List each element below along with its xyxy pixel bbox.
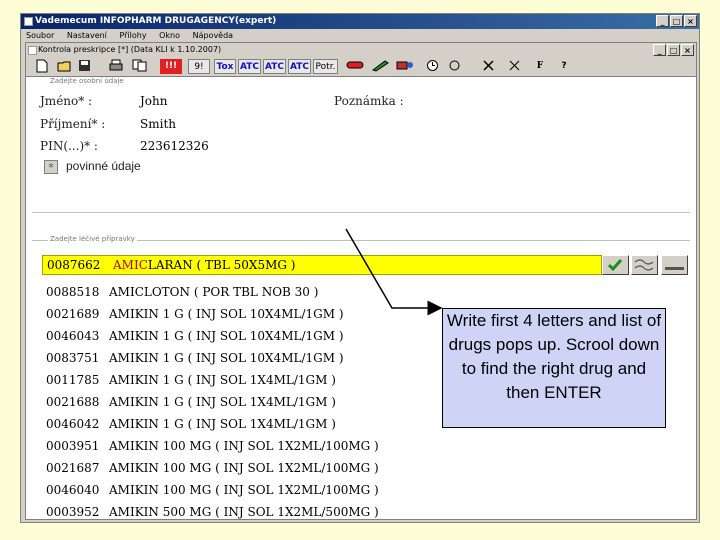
drug-code: 0003951	[46, 439, 100, 453]
drugs-legend: Zadejte léčivé přípravky	[48, 235, 137, 243]
instruction-callout: Write first 4 letters and list of drugs …	[442, 308, 666, 428]
confirm-button[interactable]	[602, 255, 629, 275]
drug-code: 0011785	[46, 373, 100, 387]
menubar: Soubor Nastavení Přílohy Okno Nápověda	[21, 29, 699, 42]
restore-button[interactable]: □	[670, 15, 683, 27]
nine-button[interactable]: 9!	[188, 59, 210, 74]
drug-name: AMIKIN 1 G ( INJ SOL 10X4ML/1GM )	[109, 351, 344, 365]
last-name-label: Příjmení* :	[40, 117, 106, 131]
child-restore-button[interactable]: □	[667, 44, 680, 56]
notes-label: Poznámka :	[334, 94, 404, 108]
drug-code: 0003952	[46, 505, 100, 519]
patient-legend: Zadejte osobní údaje	[48, 77, 126, 85]
drug-name: AMIKIN 100 MG ( INJ SOL 1X2ML/100MG )	[109, 439, 379, 453]
interaction-alert-button[interactable]: !!!	[160, 59, 182, 74]
refresh-icon[interactable]	[446, 59, 462, 74]
child-titlebar[interactable]: Kontrola preskripce [*] (Data KLI k 1.10…	[26, 43, 696, 57]
list-item[interactable]: 0021688 AMIKIN 1 G ( INJ SOL 1X4ML/1GM )	[42, 391, 482, 413]
menu-file[interactable]: Soubor	[26, 29, 54, 42]
search-name: AMICLARAN ( TBL 50X5MG )	[113, 256, 295, 274]
menu-window[interactable]: Okno	[159, 29, 180, 42]
cross-tool-icon[interactable]	[506, 59, 522, 74]
required-label: povinné údaje	[66, 159, 141, 173]
drug-name: AMICLOTON ( POR TBL NOB 30 )	[109, 285, 319, 299]
first-name-label: Jméno* :	[40, 94, 93, 108]
drug-name: AMIKIN 500 MG ( INJ SOL 1X2ML/500MG )	[109, 505, 379, 519]
app-title: Vademecum INFOPHARM DRUGAGENCY(expert)	[35, 16, 277, 26]
first-name-field[interactable]: John	[140, 94, 168, 108]
drug-name: AMIKIN 1 G ( INJ SOL 1X4ML/1GM )	[109, 417, 336, 431]
search-typed-text: AMIC	[113, 258, 148, 272]
drug-code: 0046043	[46, 329, 100, 343]
drug-code: 0021688	[46, 395, 100, 409]
atc-button-1[interactable]: ATC	[238, 59, 261, 74]
required-marker: *	[44, 160, 58, 174]
new-icon[interactable]	[34, 59, 50, 74]
drug-code: 0046042	[46, 417, 100, 431]
list-item[interactable]: 0088518 AMICLOTON ( POR TBL NOB 30 )	[42, 281, 482, 303]
list-item[interactable]: 0046043 AMIKIN 1 G ( INJ SOL 10X4ML/1GM )	[42, 325, 482, 347]
drug-code: 0083751	[46, 351, 100, 365]
pin-field[interactable]: 223612326	[140, 139, 209, 153]
toolbar: !!! 9! Tox ATC ATC ATC Potr. F ?	[26, 57, 696, 77]
list-item[interactable]: 0021689 AMIKIN 1 G ( INJ SOL 10X4ML/1GM )	[42, 303, 482, 325]
drug-name: AMIKIN 1 G ( INJ SOL 10X4ML/1GM )	[109, 307, 344, 321]
copy-icon[interactable]	[130, 59, 150, 74]
child-close-button[interactable]: ×	[681, 44, 694, 56]
dash-icon	[665, 267, 684, 270]
app-window: Vademecum INFOPHARM DRUGAGENCY(expert) _…	[20, 13, 700, 523]
list-item[interactable]: 0046042 AMIKIN 1 G ( INJ SOL 1X4ML/1GM )	[42, 413, 482, 435]
wave-icon	[634, 259, 654, 271]
atc-button-2[interactable]: ATC	[263, 59, 286, 74]
pen-icon[interactable]	[370, 59, 392, 74]
search-code: 0087662	[47, 258, 101, 272]
drug-code: 0021687	[46, 461, 100, 475]
clock-icon[interactable]	[424, 59, 440, 74]
search-autocomplete-text: LARAN ( TBL 50X5MG )	[147, 258, 296, 272]
drug-name: AMIKIN 1 G ( INJ SOL 10X4ML/1GM )	[109, 329, 344, 343]
menu-help[interactable]: Nápověda	[193, 29, 234, 42]
list-item[interactable]: 0021687 AMIKIN 100 MG ( INJ SOL 1X2ML/100…	[42, 457, 482, 479]
check-icon	[607, 259, 623, 272]
atc-button-3[interactable]: ATC	[288, 59, 311, 74]
list-item[interactable]: 0003952 AMIKIN 500 MG ( INJ SOL 1X2ML/500…	[42, 501, 482, 523]
drug-name: AMIKIN 100 MG ( INJ SOL 1X2ML/100MG )	[109, 483, 379, 497]
drug-name: AMIKIN 1 G ( INJ SOL 1X4ML/1GM )	[109, 373, 336, 387]
close-button[interactable]: ×	[684, 15, 697, 27]
minimize-button[interactable]: _	[656, 15, 669, 27]
prescription-check-window: Kontrola preskripce [*] (Data KLI k 1.10…	[25, 42, 697, 520]
drug-name: AMIKIN 100 MG ( INJ SOL 1X2ML/100MG )	[109, 461, 379, 475]
dose-button[interactable]	[631, 255, 658, 275]
drug-code: 0046040	[46, 483, 100, 497]
child-title: Kontrola preskripce [*] (Data KLI k 1.10…	[38, 45, 222, 54]
child-icon	[28, 46, 37, 55]
menu-settings[interactable]: Nastavení	[67, 29, 107, 42]
clear-button[interactable]	[661, 255, 688, 275]
help-icon[interactable]: ?	[556, 59, 572, 74]
drug-code: 0021689	[46, 307, 100, 321]
main-content: Zadejte osobní údaje Jméno* : John Pozná…	[26, 77, 696, 519]
open-icon[interactable]	[56, 59, 74, 74]
last-name-field[interactable]: Smith	[140, 117, 176, 131]
list-item[interactable]: 0046040 AMIKIN 100 MG ( INJ SOL 1X2ML/100…	[42, 479, 482, 501]
save-icon[interactable]	[76, 59, 92, 74]
list-item[interactable]: 0003951 AMIKIN 100 MG ( INJ SOL 1X2ML/100…	[42, 435, 482, 457]
format-icon[interactable]: F	[532, 59, 548, 74]
tox-button[interactable]: Tox	[214, 59, 236, 74]
pill-icon[interactable]	[344, 59, 366, 74]
star-tool-icon[interactable]	[480, 59, 496, 74]
pin-label: PIN(...)* :	[40, 139, 98, 153]
menu-attachments[interactable]: Přílohy	[119, 29, 146, 42]
app-titlebar[interactable]: Vademecum INFOPHARM DRUGAGENCY(expert) _…	[21, 14, 699, 29]
child-minimize-button[interactable]: _	[653, 44, 666, 56]
app-icon	[24, 17, 33, 26]
potr-button[interactable]: Potr.	[313, 59, 338, 74]
tools-icon[interactable]	[394, 59, 416, 74]
list-item[interactable]: 0083751 AMIKIN 1 G ( INJ SOL 10X4ML/1GM )	[42, 347, 482, 369]
print-icon[interactable]	[108, 59, 124, 74]
list-item[interactable]: 0011785 AMIKIN 1 G ( INJ SOL 1X4ML/1GM )	[42, 369, 482, 391]
drug-code: 0088518	[46, 285, 100, 299]
drug-name: AMIKIN 1 G ( INJ SOL 1X4ML/1GM )	[109, 395, 336, 409]
drug-search-input[interactable]: 0087662 AMICLARAN ( TBL 50X5MG )	[42, 255, 602, 275]
